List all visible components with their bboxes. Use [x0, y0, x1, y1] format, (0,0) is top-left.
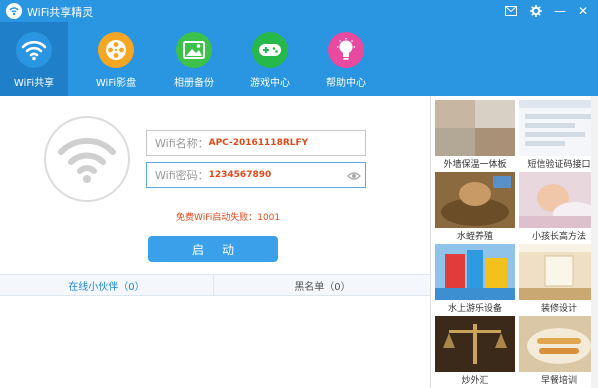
nav-label: 相册备份 [174, 78, 214, 89]
lightbulb-icon [328, 32, 364, 68]
ad-image [519, 100, 598, 156]
wifi-icon [16, 32, 52, 68]
ad-caption: 外墙保温一体板 [443, 160, 507, 170]
close-button[interactable]: ✕ [575, 3, 591, 19]
tab-blacklist[interactable]: 黑名单（0） [215, 275, 430, 296]
wifi-name-value[interactable]: APC-20161118RLFY [209, 138, 309, 148]
ad-caption: 炒外汇 [461, 376, 489, 386]
nav-label: 游戏中心 [250, 78, 290, 89]
nav-item-photo-backup[interactable]: 相册备份 [160, 22, 228, 96]
wifi-password-field[interactable]: Wifi密码： 1234567890 [146, 162, 366, 188]
ad-caption: 早餐培训 [540, 376, 577, 386]
ad-image [519, 244, 598, 300]
ad-tile[interactable]: 炒外汇 [433, 314, 515, 386]
ad-caption: 小孩长高方法 [531, 232, 586, 242]
film-reel-icon [98, 32, 134, 68]
ad-tile[interactable]: 小孩长高方法 [517, 170, 598, 242]
ad-tile[interactable]: 水蛭养殖 [433, 170, 515, 242]
eye-icon[interactable] [347, 169, 361, 183]
ad-tile[interactable]: 装修设计 [517, 242, 598, 314]
wifi-password-label: Wifi密码： [155, 169, 209, 182]
ad-caption: 水上游乐设备 [447, 304, 502, 314]
photo-icon [176, 32, 212, 68]
ad-tile[interactable]: 短信验证码接口 [517, 98, 598, 170]
wifi-share-panel: Wifi名称： APC-20161118RLFY Wifi密码： 1234567… [0, 96, 430, 388]
ad-image [435, 100, 515, 156]
app-logo-icon [6, 3, 22, 19]
ad-tile[interactable]: 水上游乐设备 [433, 242, 515, 314]
nav-label: WiFi共享 [13, 78, 55, 89]
title-bar: WiFi共享精灵 — ✕ [0, 0, 598, 22]
gear-icon[interactable] [528, 3, 544, 19]
error-message: 免费WiFi启动失败：1001 [176, 213, 281, 223]
start-button[interactable]: 启动 [148, 236, 278, 262]
client-tabs: 在线小伙伴（0） 黑名单（0） [0, 274, 430, 296]
wifi-status-icon [44, 116, 130, 202]
ad-panel-scrollbar[interactable] [591, 96, 598, 388]
ad-caption: 装修设计 [540, 304, 577, 314]
wifi-name-label: Wifi名称： [155, 137, 209, 150]
ad-panel: 外墙保温一体板 短信验证码接口 水蛭养殖 小孩长高方法 水上游乐设备 装修设计 [430, 96, 598, 388]
nav-item-game-center[interactable]: 游戏中心 [236, 22, 304, 96]
nav-item-wifi-disk[interactable]: WiFi影盘 [82, 22, 150, 96]
nav-label: WiFi影盘 [95, 78, 137, 89]
nav-label: 帮助中心 [326, 78, 366, 89]
ad-tile[interactable]: 外墙保温一体板 [433, 98, 515, 170]
app-title: WiFi共享精灵 [27, 6, 94, 19]
wifi-name-field[interactable]: Wifi名称： APC-20161118RLFY [146, 130, 366, 156]
minimize-button[interactable]: — [552, 3, 568, 19]
ad-image [435, 172, 515, 228]
ad-image [519, 316, 598, 372]
main-nav: WiFi共享 WiFi影盘 相册备份 游戏中心 帮助中心 [0, 22, 598, 96]
nav-item-wifi-share[interactable]: WiFi共享 [0, 22, 68, 96]
nav-item-help-center[interactable]: 帮助中心 [312, 22, 380, 96]
mail-icon[interactable] [503, 3, 519, 19]
ad-image [435, 244, 515, 300]
tab-online-friends[interactable]: 在线小伙伴（0） [0, 275, 214, 296]
ad-image [435, 316, 515, 372]
wifi-password-value[interactable]: 1234567890 [209, 170, 272, 180]
ad-caption: 水蛭养殖 [456, 232, 493, 242]
ad-tile[interactable]: 早餐培训 [517, 314, 598, 386]
ad-caption: 短信验证码接口 [527, 160, 591, 170]
gamepad-icon [252, 32, 288, 68]
ad-image [519, 172, 598, 228]
